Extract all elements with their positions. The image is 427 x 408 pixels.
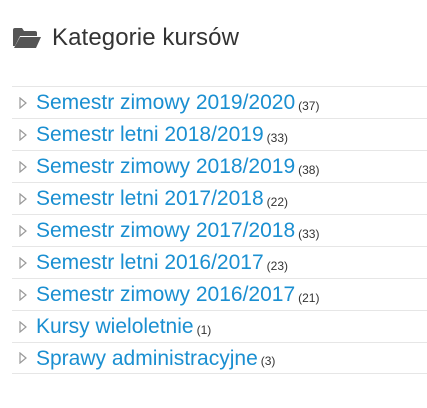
- expand-arrow-icon[interactable]: [19, 192, 27, 205]
- category-link[interactable]: Semestr zimowy 2018/2019: [36, 156, 295, 177]
- course-count: (38): [298, 162, 320, 177]
- expand-arrow-icon[interactable]: [19, 256, 27, 269]
- category-link[interactable]: Semestr zimowy 2016/2017: [36, 284, 295, 305]
- expand-arrow-icon[interactable]: [19, 352, 27, 364]
- category-item[interactable]: Semestr letni 2017/2018 (22): [12, 182, 427, 214]
- category-link[interactable]: Semestr letni 2017/2018: [36, 188, 264, 209]
- category-link[interactable]: Semestr letni 2018/2019: [36, 124, 264, 145]
- course-count: (37): [298, 98, 320, 113]
- course-count: (21): [298, 290, 320, 305]
- expand-arrow-icon[interactable]: [19, 128, 27, 141]
- category-link[interactable]: Kursy wieloletnie: [36, 316, 194, 337]
- course-count: (33): [266, 130, 288, 145]
- category-item[interactable]: Semestr zimowy 2016/2017 (21): [12, 278, 427, 310]
- category-list: Semestr zimowy 2019/2020 (37) Semestr le…: [12, 86, 427, 374]
- folder-open-icon: [12, 27, 42, 49]
- category-item[interactable]: Semestr zimowy 2018/2019 (38): [12, 150, 427, 182]
- expand-arrow-icon[interactable]: [19, 160, 27, 173]
- expand-arrow-icon[interactable]: [19, 224, 27, 237]
- category-item[interactable]: Semestr zimowy 2017/2018 (33): [12, 214, 427, 246]
- category-item[interactable]: Semestr zimowy 2019/2020 (37): [12, 86, 427, 118]
- category-item[interactable]: Sprawy administracyjne (3): [12, 342, 427, 374]
- course-count: (1): [196, 322, 212, 337]
- category-link[interactable]: Semestr zimowy 2019/2020: [36, 92, 295, 113]
- block-title: Kategorie kursów: [52, 24, 240, 51]
- course-count: (22): [266, 194, 288, 209]
- category-item[interactable]: Semestr letni 2016/2017 (23): [12, 246, 427, 278]
- category-link[interactable]: Sprawy administracyjne: [36, 348, 258, 369]
- category-link[interactable]: Semestr letni 2016/2017: [36, 252, 264, 273]
- expand-arrow-icon[interactable]: [19, 288, 27, 301]
- course-count: (33): [298, 226, 320, 241]
- category-link[interactable]: Semestr zimowy 2017/2018: [36, 220, 295, 241]
- expand-arrow-icon[interactable]: [19, 320, 27, 333]
- category-item[interactable]: Kursy wieloletnie (1): [12, 310, 427, 342]
- block-header: Kategorie kursów: [12, 20, 239, 56]
- course-count: (3): [260, 354, 276, 368]
- course-categories-block: Kategorie kursów Semestr zimowy 2019/202…: [0, 0, 427, 408]
- course-count: (23): [266, 258, 288, 273]
- category-item[interactable]: Semestr letni 2018/2019 (33): [12, 118, 427, 150]
- expand-arrow-icon[interactable]: [19, 96, 27, 109]
